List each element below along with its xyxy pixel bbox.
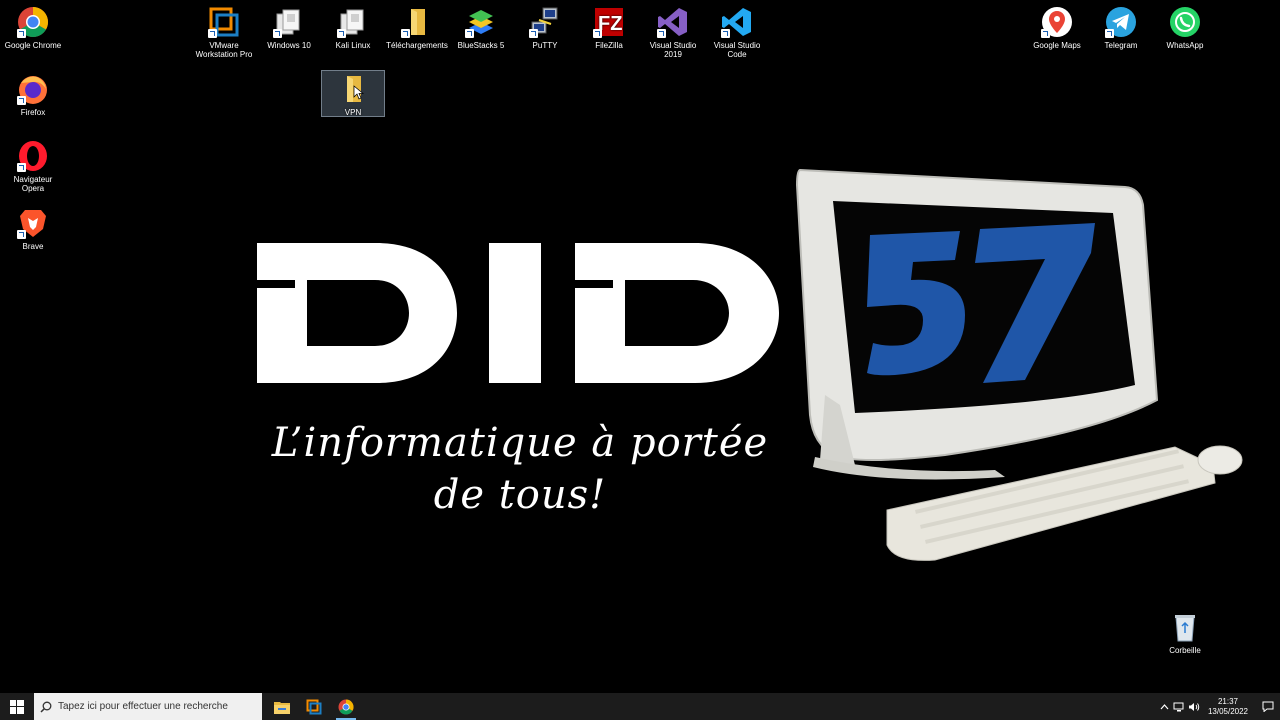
icon-label: WhatsApp (1166, 41, 1204, 50)
tray-overflow-chevron-up-icon[interactable] (1157, 703, 1172, 710)
taskbar: Tapez ici pour effectuer une recherche 2… (0, 693, 1280, 720)
clock-time: 21:37 (1217, 696, 1238, 706)
vmware-icon (306, 699, 322, 714)
icon-label: Téléchargements (386, 41, 448, 50)
icon-label: Corbeille (1169, 646, 1201, 655)
taskbar-file-explorer[interactable] (266, 693, 298, 720)
desktop-icon-vpn[interactable]: VPN (321, 70, 385, 117)
icon-label: FileZilla (595, 41, 623, 50)
desktop-icon-filezilla[interactable]: FZ FileZilla (578, 2, 640, 50)
desktop-icon-kali-linux[interactable]: Kali Linux (322, 2, 384, 50)
shortcut-arrow-icon (401, 29, 410, 38)
file-explorer-icon (274, 701, 290, 714)
desktop: L’informatique à portée de tous! Google … (0, 0, 1280, 693)
desktop-icon-firefox[interactable]: Firefox (2, 69, 64, 117)
desktop-icon-whatsapp[interactable]: WhatsApp (1154, 2, 1216, 50)
icon-label: VPN (344, 108, 362, 117)
icon-label: Windows 10 (267, 41, 311, 50)
volume-icon[interactable] (1187, 702, 1202, 712)
icon-label: Visual Studio 2019 (649, 41, 697, 59)
shortcut-arrow-icon (337, 29, 346, 38)
icon-label: PuTTY (532, 41, 558, 50)
desktop-icon-corbeille[interactable]: Corbeille (1154, 607, 1216, 655)
desktop-icon-telechargements[interactable]: Téléchargements (386, 2, 448, 50)
desktop-icon-putty[interactable]: PuTTY (514, 2, 576, 50)
shortcut-arrow-icon (721, 29, 730, 38)
start-button[interactable] (0, 693, 34, 720)
icon-label: Kali Linux (335, 41, 371, 50)
notification-center-icon[interactable] (1256, 701, 1280, 712)
shortcut-arrow-icon (657, 29, 666, 38)
mouse-cursor-icon (353, 85, 365, 100)
icon-label: Firefox (20, 108, 46, 117)
search-placeholder: Tapez ici pour effectuer une recherche (58, 701, 228, 712)
windows-logo-icon (10, 699, 24, 714)
wallpaper-logo-did (257, 243, 779, 383)
shortcut-arrow-icon (17, 96, 26, 105)
desktop-icon-opera[interactable]: Navigateur Opera (2, 136, 64, 193)
shortcut-arrow-icon (17, 163, 26, 172)
icon-label: BlueStacks 5 (457, 41, 505, 50)
shortcut-arrow-icon (17, 230, 26, 239)
shortcut-arrow-icon (529, 29, 538, 38)
network-icon[interactable] (1172, 702, 1187, 712)
desktop-icon-google-maps[interactable]: Google Maps (1026, 2, 1088, 50)
desktop-icon-google-chrome[interactable]: Google Chrome (2, 2, 64, 50)
desktop-icon-vmware[interactable]: VMware Workstation Pro (193, 2, 255, 59)
whatsapp-icon (1170, 7, 1200, 37)
clock-date: 13/05/2022 (1207, 706, 1248, 716)
chrome-icon (338, 699, 354, 715)
icon-label: Google Maps (1033, 41, 1081, 50)
system-tray: 21:37 13/05/2022 (1157, 693, 1280, 720)
shortcut-arrow-icon (593, 29, 602, 38)
shortcut-arrow-icon (17, 29, 26, 38)
shortcut-arrow-icon (1105, 29, 1114, 38)
wallpaper-tagline-line2: de tous! (433, 472, 607, 518)
taskbar-clock[interactable]: 21:37 13/05/2022 (1202, 697, 1256, 717)
shortcut-arrow-icon (273, 29, 282, 38)
desktop-icon-vscode[interactable]: Visual Studio Code (706, 2, 768, 59)
icon-label: Navigateur Opera (13, 175, 53, 193)
icon-label: VMware Workstation Pro (195, 41, 253, 59)
icon-label: Brave (22, 242, 44, 251)
icon-label: Visual Studio Code (713, 41, 761, 59)
desktop-icon-windows10[interactable]: Windows 10 (258, 2, 320, 50)
desktop-icon-bluestacks[interactable]: BlueStacks 5 (450, 2, 512, 50)
desktop-icon-brave[interactable]: Brave (2, 203, 64, 251)
shortcut-arrow-icon (208, 29, 217, 38)
desktop-icon-visual-studio-2019[interactable]: Visual Studio 2019 (642, 2, 704, 59)
shortcut-arrow-icon (465, 29, 474, 38)
recycle-bin-icon (1175, 615, 1195, 642)
taskbar-vmware[interactable] (298, 693, 330, 720)
wallpaper-computer-image (795, 168, 1243, 561)
shortcut-arrow-icon (1041, 29, 1050, 38)
taskbar-chrome[interactable] (330, 693, 362, 720)
search-icon (40, 701, 52, 713)
icon-label: Telegram (1104, 41, 1138, 50)
taskbar-search-box[interactable]: Tapez ici pour effectuer une recherche (34, 693, 262, 720)
wallpaper-tagline-line1: L’informatique à portée (271, 420, 769, 466)
icon-label: Google Chrome (4, 41, 62, 50)
desktop-icon-telegram[interactable]: Telegram (1090, 2, 1152, 50)
